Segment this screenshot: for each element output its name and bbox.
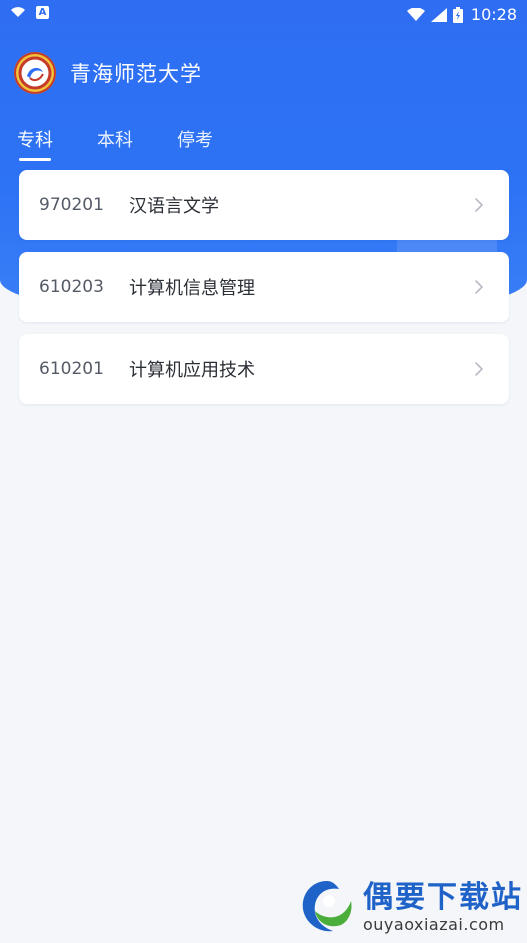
major-name: 计算机信息管理 [129,278,255,299]
school-emblem-icon [18,56,52,90]
status-bar: A 10:28 [0,0,527,30]
major-name: 汉语言文学 [129,196,219,217]
major-name: 计算机应用技术 [129,360,255,381]
notification-a-icon: A [36,5,49,19]
chevron-right-icon [475,198,483,212]
status-time: 10:28 [470,5,517,24]
site-logo-icon [302,881,352,932]
school-logo-icon [14,52,56,94]
chevron-right-icon [475,362,483,376]
major-list: 970201 汉语言文学 610203 计算机信息管理 610201 计算机应用… [19,170,509,416]
site-watermark: 偶要下载站 ouyaoxiazai.com [297,877,523,937]
tab-benke[interactable]: 本科 [97,126,133,158]
cell-signal-icon [430,7,447,22]
tab-zhuanke[interactable]: 专科 [17,126,53,161]
list-item[interactable]: 610203 计算机信息管理 [19,252,509,322]
chevron-right-icon [475,280,483,294]
major-code: 610203 [39,277,104,297]
major-code: 610201 [39,359,104,379]
major-code: 970201 [39,195,104,215]
app-header: 青海师范大学 [14,52,202,94]
list-item[interactable]: 610201 计算机应用技术 [19,334,509,404]
tab-tingkao[interactable]: 停考 [177,126,213,158]
watermark-title: 偶要下载站 [363,879,523,915]
school-name: 青海师范大学 [70,62,202,86]
watermark-url: ouyaoxiazai.com [363,914,505,934]
wifi-signal-icon [406,7,425,21]
list-item[interactable]: 970201 汉语言文学 [19,170,509,240]
category-tabs: 专科 本科 停考 [17,126,213,161]
watermark-text: 偶要下载站 ouyaoxiazai.com [363,879,523,934]
wifi-icon [11,7,25,17]
battery-icon [452,6,463,23]
app-screen: A 10:28 青海师范大学 专科 本科 停考 970201 汉语言文学 610… [0,0,527,943]
